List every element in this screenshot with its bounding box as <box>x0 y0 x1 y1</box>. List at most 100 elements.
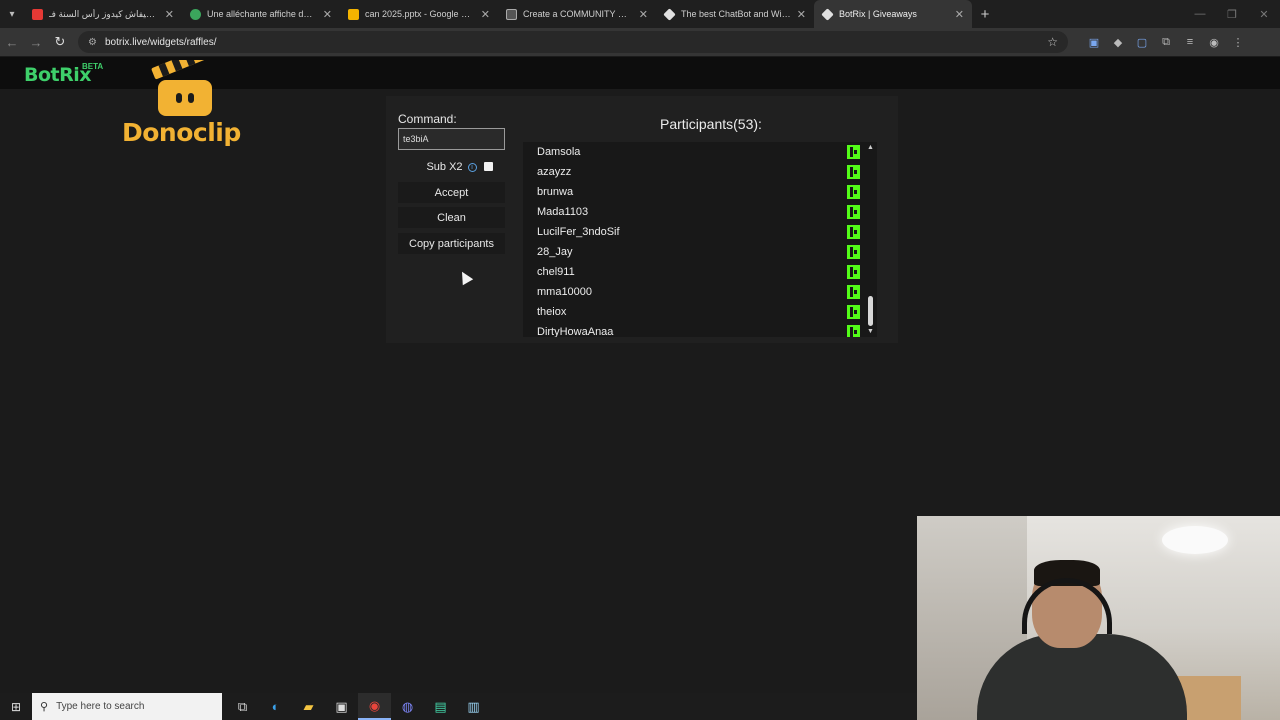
app-icon[interactable]: ▤ <box>424 693 457 720</box>
media-icon[interactable]: ≡ <box>1178 28 1202 56</box>
list-item: Mada1103 <box>523 202 877 222</box>
reload-icon[interactable]: ↻ <box>48 28 72 56</box>
file-explorer-icon[interactable]: ▰ <box>292 693 325 720</box>
raffle-panel: Command: Sub X2 i Accept Clean Copy part… <box>386 96 898 343</box>
minimize-icon[interactable]: — <box>1184 0 1216 28</box>
participant-name: Damsola <box>537 146 581 158</box>
participants-list[interactable]: Damsola azayzz brunwa Mada1103 LucilFer_… <box>523 142 877 337</box>
taskbar-search[interactable]: ⚲ Type here to search <box>32 693 222 720</box>
webcam-overlay <box>917 516 1280 720</box>
extensions-bar: ▣ ◆ ▢ ⧉ ≡ ◉ ⋮ <box>1082 28 1250 56</box>
scroll-up-icon[interactable]: ▲ <box>867 144 874 151</box>
url-text: botrix.live/widgets/raffles/ <box>104 36 217 48</box>
kick-icon <box>847 165 860 179</box>
list-item: theiox <box>523 302 877 322</box>
kick-icon <box>847 305 860 319</box>
discord-icon[interactable]: ◍ <box>391 693 424 720</box>
participant-name: azayzz <box>537 166 572 178</box>
site-info-icon[interactable]: ⚙ <box>88 37 97 48</box>
info-icon[interactable]: i <box>467 162 477 172</box>
notes-icon[interactable]: ▥ <box>457 693 490 720</box>
list-item: mma10000 <box>523 282 877 302</box>
close-icon[interactable]: ✕ <box>639 8 648 21</box>
donoclip-logo-text: Donoclip <box>122 118 241 147</box>
copy-participants-button[interactable]: Copy participants <box>398 233 505 254</box>
list-item: 28_Jay <box>523 242 877 262</box>
close-icon[interactable]: ✕ <box>955 8 964 21</box>
sub-x2-label: Sub X2 <box>426 161 463 173</box>
browser-tab[interactable]: Create a COMMUNITY D ZEB T ✕ <box>498 0 656 28</box>
screenshot-icon[interactable]: ▢ <box>1130 28 1154 56</box>
search-icon: ⚲ <box>40 701 49 713</box>
windows-start-icon[interactable]: ⊞ <box>0 693 32 720</box>
list-item: chel911 <box>523 262 877 282</box>
task-view-icon[interactable]: ⧉ <box>226 693 259 720</box>
kick-icon <box>847 205 860 219</box>
participant-name: theiox <box>537 306 567 318</box>
kick-icon <box>847 245 860 259</box>
brand-logo[interactable]: BotRix <box>24 64 92 86</box>
kick-icon <box>847 325 860 337</box>
tab-title: BotRix | Giveaways <box>839 9 917 19</box>
sub-x2-checkbox[interactable] <box>484 162 493 171</box>
list-item: azayzz <box>523 162 877 182</box>
back-icon[interactable]: ← <box>0 28 24 56</box>
store-icon[interactable]: ▣ <box>325 693 358 720</box>
tab-favicon <box>663 7 676 21</box>
taskbar-apps: ⧉ ◐ ▰ ▣ ◉ ◍ ▤ ▥ <box>226 693 490 720</box>
participant-name: mma10000 <box>537 286 593 298</box>
participant-name: 28_Jay <box>537 246 573 258</box>
clean-button[interactable]: Clean <box>398 207 505 228</box>
browser-tab[interactable]: شوفو كيفاش كيدوز رأس السنة فـ ✕ <box>24 0 182 28</box>
accept-button[interactable]: Accept <box>398 182 505 203</box>
ceiling-light <box>1162 526 1228 554</box>
address-bar[interactable]: ⚙ botrix.live/widgets/raffles/ ☆ <box>78 31 1068 53</box>
tab-title: can 2025.pptx - Google Slides <box>365 9 475 19</box>
tab-title: Une alléchante affiche des huiti <box>207 9 317 19</box>
participants-scrollbar[interactable]: ▲ ▼ <box>865 142 877 337</box>
browser-tab-active[interactable]: BotRix | Giveaways ✕ <box>814 0 972 28</box>
close-icon[interactable]: ✕ <box>797 8 806 21</box>
tab-title: Create a COMMUNITY D ZEB T <box>523 9 633 19</box>
tab-favicon <box>821 7 834 21</box>
close-icon[interactable]: ✕ <box>165 8 174 21</box>
close-icon[interactable]: ✕ <box>323 8 332 21</box>
edge-icon[interactable]: ◐ <box>259 693 292 720</box>
tab-favicon <box>348 8 359 20</box>
window-controls: — ❐ ✕ <box>1184 0 1280 28</box>
translate-icon[interactable]: ▣ <box>1082 28 1106 56</box>
close-icon[interactable]: ✕ <box>481 8 490 21</box>
participant-name: chel911 <box>537 266 575 278</box>
browser-tab[interactable]: can 2025.pptx - Google Slides ✕ <box>340 0 498 28</box>
clapperboard-icon <box>151 60 212 116</box>
new-tab-icon[interactable]: + <box>972 0 998 28</box>
forward-icon[interactable]: → <box>24 28 48 56</box>
tab-favicon <box>190 8 201 20</box>
list-item: LucilFer_3ndoSif <box>523 222 877 242</box>
browser-tab-strip: ▾ شوفو كيفاش كيدوز رأس السنة فـ ✕ Une al… <box>0 0 1280 28</box>
menu-icon[interactable]: ⋮ <box>1226 28 1250 56</box>
search-placeholder: Type here to search <box>56 701 145 712</box>
participant-name: LucilFer_3ndoSif <box>537 226 620 238</box>
tab-title: The best ChatBot and Widgets <box>681 9 791 19</box>
command-label: Command: <box>398 112 457 126</box>
tab-search-icon[interactable]: ▾ <box>0 0 24 28</box>
browser-tab[interactable]: Une alléchante affiche des huiti ✕ <box>182 0 340 28</box>
tab-title: شوفو كيفاش كيدوز رأس السنة فـ <box>49 8 159 19</box>
browser-tab[interactable]: The best ChatBot and Widgets ✕ <box>656 0 814 28</box>
chrome-icon[interactable]: ◉ <box>358 693 391 720</box>
beta-badge: BETA <box>82 62 104 71</box>
command-input[interactable] <box>398 128 505 150</box>
tab-favicon <box>506 8 517 20</box>
scrollbar-thumb[interactable] <box>868 296 873 326</box>
profile-icon[interactable]: ◉ <box>1202 28 1226 56</box>
bookmark-star-icon[interactable]: ☆ <box>1047 35 1058 49</box>
participant-name: DirtyHowaAnaa <box>537 326 614 337</box>
browser-toolbar: ← → ↻ ⚙ botrix.live/widgets/raffles/ ☆ ▣… <box>0 28 1280 56</box>
extension-icon[interactable]: ◆ <box>1106 28 1130 56</box>
restore-icon[interactable]: ❐ <box>1216 0 1248 28</box>
puzzle-icon[interactable]: ⧉ <box>1154 28 1178 56</box>
close-window-icon[interactable]: ✕ <box>1248 0 1280 28</box>
scroll-down-icon[interactable]: ▼ <box>867 328 874 335</box>
windows-taskbar: ⊞ ⚲ Type here to search ⧉ ◐ ▰ ▣ ◉ ◍ ▤ ▥ <box>0 693 917 720</box>
